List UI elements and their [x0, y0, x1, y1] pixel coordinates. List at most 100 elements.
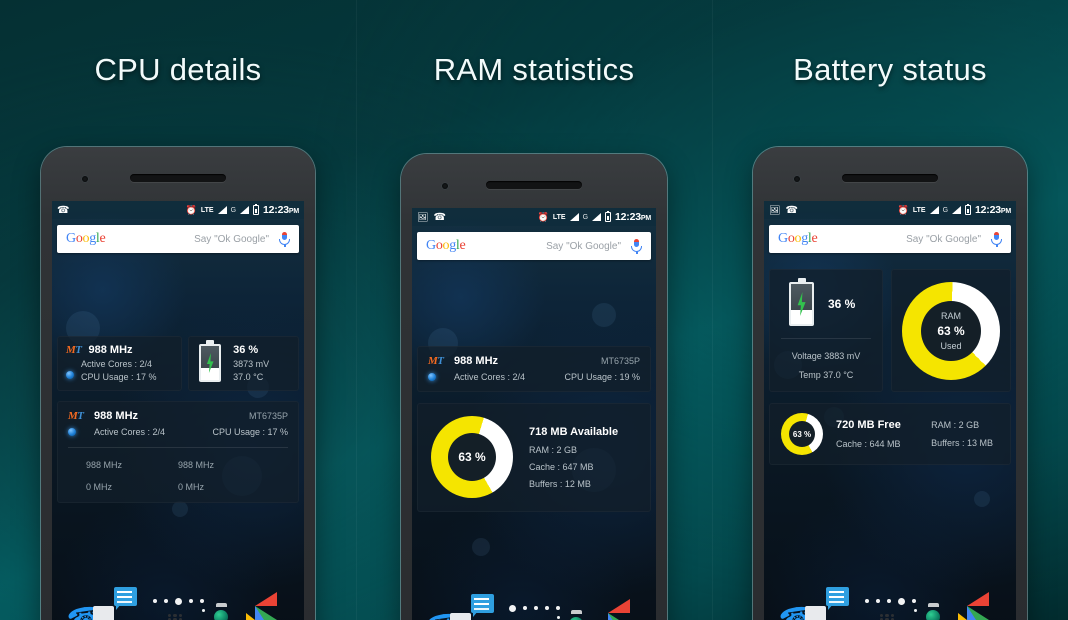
cpu-mini-widget[interactable]: MT 988 MHz Active Cores : 2/4 CPU Usage … [57, 336, 183, 391]
core-freq-3: 0 MHz [86, 482, 113, 492]
mic-icon[interactable] [991, 231, 1002, 247]
messages-icon[interactable] [804, 587, 860, 620]
network-type-label: LTE [200, 206, 214, 214]
earpiece-speaker [130, 174, 226, 182]
signal-strength-icon-2 [592, 213, 602, 221]
ram-usage-donut-chart: RAM 63 % Used [902, 281, 1000, 380]
google-logo: Google [778, 231, 818, 246]
gprs-label: G [942, 206, 949, 214]
image-icon: 🖼 [417, 211, 429, 222]
cpu-status-indicator [66, 371, 74, 379]
widget-area: 36 % Voltage 3883 mV Temp 37.0 °C RAM 63… [769, 269, 1011, 465]
ram-donut-widget[interactable]: RAM 63 % Used [891, 269, 1011, 392]
contact-icon: ☎ [433, 211, 446, 223]
google-search-bar[interactable]: Google Say "Ok Google" [417, 232, 651, 260]
phone-mockup: 🖼 ☎ ⏰ LTE G 12:23PM Google Say "Ok Googl… [401, 154, 667, 620]
cpu-detail-widget[interactable]: MT 988 MHz MT6735P Active Cores : 2/4 CP… [57, 401, 299, 503]
ram-usage-donut-chart: 63 % [431, 416, 513, 498]
ram-summary-widget[interactable]: 63 % 720 MB Free Cache : 644 MB RAM : 2 … [769, 403, 1011, 465]
network-type-label: LTE [552, 213, 566, 221]
ram-donut-percent: 63 % [458, 450, 486, 464]
clock: 12:23PM [615, 211, 651, 223]
ram-donut-label-top: RAM [941, 310, 961, 321]
app-drawer-icon[interactable] [161, 606, 195, 620]
battery-glyph-icon [789, 278, 814, 326]
app-drawer-icon[interactable] [517, 613, 551, 620]
google-logo: Google [66, 231, 106, 246]
battery-mini-widget[interactable]: 36 % 3873 mV 37.0 °C [188, 336, 299, 391]
contact-icon: ☎ [57, 204, 70, 216]
ram-donut-percent: 63 % [792, 429, 812, 439]
ram-detail-widget[interactable]: 63 % 718 MB Available RAM : 2 GB Cache :… [417, 403, 651, 512]
google-search-bar[interactable]: Google Say "Ok Google" [57, 225, 299, 253]
panel-cpu-details: CPU details ☎ ⏰ LTE G 12:23PM Google Say… [0, 0, 356, 620]
google-search-bar[interactable]: Google Say "Ok Google" [769, 225, 1011, 253]
app-drawer-icon[interactable] [873, 606, 907, 620]
widget-area: MT 988 MHz Active Cores : 2/4 CPU Usage … [57, 336, 299, 503]
page-dot[interactable] [544, 606, 549, 610]
page-dot[interactable] [188, 599, 193, 603]
cpu-status-indicator [68, 428, 76, 436]
cpu-usage: CPU Usage : 17 % [212, 427, 288, 437]
page-dot[interactable] [864, 599, 869, 603]
battery-percent: 36 % [233, 344, 259, 356]
earpiece-speaker [842, 174, 938, 182]
clock: 12:23PM [263, 204, 299, 216]
gprs-label: G [230, 206, 237, 214]
page-dot[interactable] [163, 599, 168, 603]
core-freq-2: 988 MHz [178, 460, 215, 470]
battery-temp: Temp 37.0 °C [798, 370, 854, 380]
camera-icon[interactable] [556, 613, 597, 620]
ram-donut-percent: 63 % [937, 323, 965, 338]
page-dot[interactable] [199, 599, 204, 603]
core-freq-1: 988 MHz [86, 460, 123, 470]
ram-available: 718 MB Available [529, 425, 619, 438]
signal-strength-icon-2 [952, 206, 962, 214]
wallpaper-bokeh [592, 303, 616, 327]
widget-area: MT 988 MHz MT6735P Active Cores : 2/4 CP… [417, 346, 651, 512]
mediatek-logo-icon: MT [66, 344, 82, 356]
signal-strength-icon [569, 213, 579, 221]
mediatek-logo-icon: MT [68, 410, 84, 422]
messages-icon[interactable] [450, 594, 505, 620]
panel-container: CPU details ☎ ⏰ LTE G 12:23PM Google Say… [0, 0, 1068, 620]
ram-buffers: Buffers : 13 MB [931, 438, 994, 448]
page-dot[interactable] [533, 606, 538, 610]
cpu-frequency: 988 MHz [454, 355, 499, 367]
signal-strength-icon [929, 206, 939, 214]
battery-temp: 37.0 °C [233, 372, 264, 382]
phone-mockup: ☎ ⏰ LTE G 12:23PM Google Say "Ok Google"… [41, 147, 315, 620]
dock [764, 587, 1016, 620]
panel-battery-status: Battery status 🖼 ☎ ⏰ LTE G 12:23PM Googl… [712, 0, 1068, 620]
play-store-icon[interactable] [608, 599, 642, 620]
play-store-icon[interactable] [246, 592, 289, 620]
cpu-frequency: 988 MHz [94, 410, 139, 422]
search-hint: Say "Ok Google" [906, 233, 981, 245]
battery-icon [965, 204, 972, 215]
panel-ram-statistics: RAM statistics 🖼 ☎ ⏰ LTE G 12:23PM Googl… [356, 0, 712, 620]
ram-total: RAM : 2 GB [529, 444, 578, 455]
mic-icon[interactable] [631, 238, 642, 254]
phone-mockup: 🖼 ☎ ⏰ LTE G 12:23PM Google Say "Ok Googl… [753, 147, 1027, 620]
page-dot[interactable] [886, 599, 891, 603]
camera-icon[interactable] [202, 606, 242, 620]
page-dot[interactable] [875, 599, 880, 603]
widget-row-top: MT 988 MHz Active Cores : 2/4 CPU Usage … [57, 336, 299, 391]
cpu-summary-widget[interactable]: MT 988 MHz MT6735P Active Cores : 2/4 CP… [417, 346, 651, 392]
page-dot[interactable] [152, 599, 157, 603]
mic-icon[interactable] [279, 231, 290, 247]
phone-screen: 🖼 ☎ ⏰ LTE G 12:23PM Google Say "Ok Googl… [764, 201, 1016, 620]
page-dot[interactable] [555, 606, 560, 610]
status-bar: 🖼 ☎ ⏰ LTE G 12:23PM [412, 208, 656, 226]
ram-cache: Cache : 644 MB [836, 439, 901, 449]
page-dot[interactable] [911, 599, 916, 603]
battery-detail-widget[interactable]: 36 % Voltage 3883 mV Temp 37.0 °C [769, 269, 883, 392]
page-dot[interactable] [522, 606, 527, 610]
core-grid: 988 MHz 0 MHz 988 MHz 0 MHz [68, 448, 288, 492]
messages-icon[interactable] [92, 587, 148, 620]
camera-icon[interactable] [914, 606, 954, 620]
ram-donut-label-bottom: Used [940, 340, 962, 351]
ram-buffers: Buffers : 12 MB [529, 478, 591, 489]
play-store-icon[interactable] [958, 592, 1001, 620]
search-hint: Say "Ok Google" [194, 233, 269, 245]
